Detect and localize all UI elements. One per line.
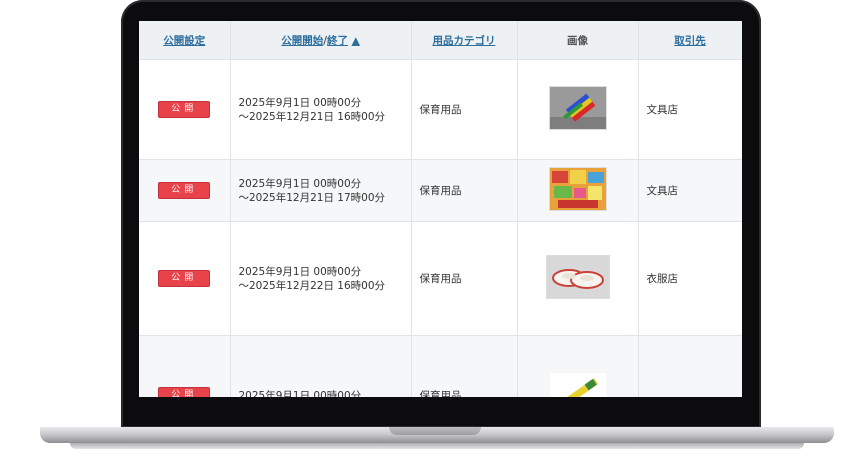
category-cell: 保育用品 (411, 159, 518, 222)
status-cell: 公開 (139, 59, 231, 160)
header-period: 公開開始/終了 ▲ (230, 21, 412, 60)
header-category[interactable]: 用品カテゴリ (411, 21, 518, 60)
status-badge[interactable]: 公開 (158, 101, 211, 118)
laptop-notch (389, 427, 481, 435)
supplier-cell (638, 335, 742, 397)
origami-icon[interactable] (548, 167, 607, 211)
period-start-text: 2025年9月1日 00時00分 (238, 265, 362, 278)
supplier-cell: 文具店 (638, 59, 742, 160)
header-supplier[interactable]: 取引先 (638, 21, 742, 60)
sort-asc-icon[interactable]: ▲ (352, 35, 360, 47)
header-period-end-link[interactable]: 終了 (327, 35, 348, 47)
category-cell: 保育用品 (411, 59, 518, 160)
table-header-row: 公開設定 公開開始/終了 ▲ 用品カテゴリ 画像 取引先 (139, 21, 742, 60)
header-status-link[interactable]: 公開設定 (163, 35, 205, 47)
period-end-text: ～2025年12月22日 16時00分 (238, 279, 386, 292)
status-badge[interactable]: 公開 (158, 182, 211, 199)
laptop-screen: 公開設定 公開開始/終了 ▲ 用品カテゴリ 画像 取引先 公開 2025年9月1… (139, 21, 742, 397)
period-start-text: 2025年9月1日 00時00分 (238, 389, 362, 398)
period-start-text: 2025年9月1日 00時00分 (238, 96, 362, 109)
table-row[interactable]: 公開 2025年9月1日 00時00分 ～2025年12月21日 16時00分 … (139, 59, 742, 160)
category-cell: 保育用品 (411, 335, 518, 397)
supplier-cell: 衣服店 (638, 221, 742, 336)
image-cell (517, 221, 639, 336)
table-row[interactable]: 公開 2025年9月1日 00時00分 ～2025年12月22日 16時00分 … (139, 221, 742, 336)
category-cell: 保育用品 (411, 221, 518, 336)
image-cell (517, 159, 639, 222)
header-category-link[interactable]: 用品カテゴリ (433, 35, 496, 47)
image-cell (517, 59, 639, 160)
supplier-cell: 文具店 (638, 159, 742, 222)
status-cell: 公開 (139, 221, 231, 336)
header-status[interactable]: 公開設定 (139, 21, 231, 60)
status-badge[interactable]: 公開 (158, 270, 211, 287)
status-cell: 公開 (139, 335, 231, 397)
header-period-start-link[interactable]: 公開開始 (281, 35, 323, 47)
period-cell: 2025年9月1日 00時00分 ～2025年12月21日 16時00分 (230, 59, 412, 160)
header-image: 画像 (517, 21, 639, 60)
header-image-label: 画像 (567, 34, 588, 47)
period-end-text: ～2025年12月21日 16時00分 (238, 110, 386, 123)
laptop-base-shadow (70, 443, 804, 449)
period-cell: 2025年9月1日 00時00分 ～2025年12月22日 16時00分 (230, 221, 412, 336)
product-table: 公開設定 公開開始/終了 ▲ 用品カテゴリ 画像 取引先 公開 2025年9月1… (139, 21, 742, 397)
image-cell (517, 335, 639, 397)
crayons-icon[interactable] (548, 86, 607, 130)
table-row[interactable]: 公開 2025年9月1日 00時00分 保育用品 (139, 335, 742, 398)
header-supplier-link[interactable]: 取引先 (674, 35, 706, 47)
shoes-icon[interactable] (545, 255, 610, 299)
status-badge[interactable]: 公開 (158, 387, 211, 397)
period-cell: 2025年9月1日 00時00分 (230, 335, 412, 398)
status-cell: 公開 (139, 159, 231, 222)
period-end-text: ～2025年12月21日 17時00分 (238, 191, 386, 204)
table-row[interactable]: 公開 2025年9月1日 00時00分 ～2025年12月21日 17時00分 … (139, 159, 742, 222)
pencil-icon[interactable] (549, 373, 606, 397)
period-start-text: 2025年9月1日 00時00分 (238, 177, 362, 190)
period-cell: 2025年9月1日 00時00分 ～2025年12月21日 17時00分 (230, 159, 412, 222)
